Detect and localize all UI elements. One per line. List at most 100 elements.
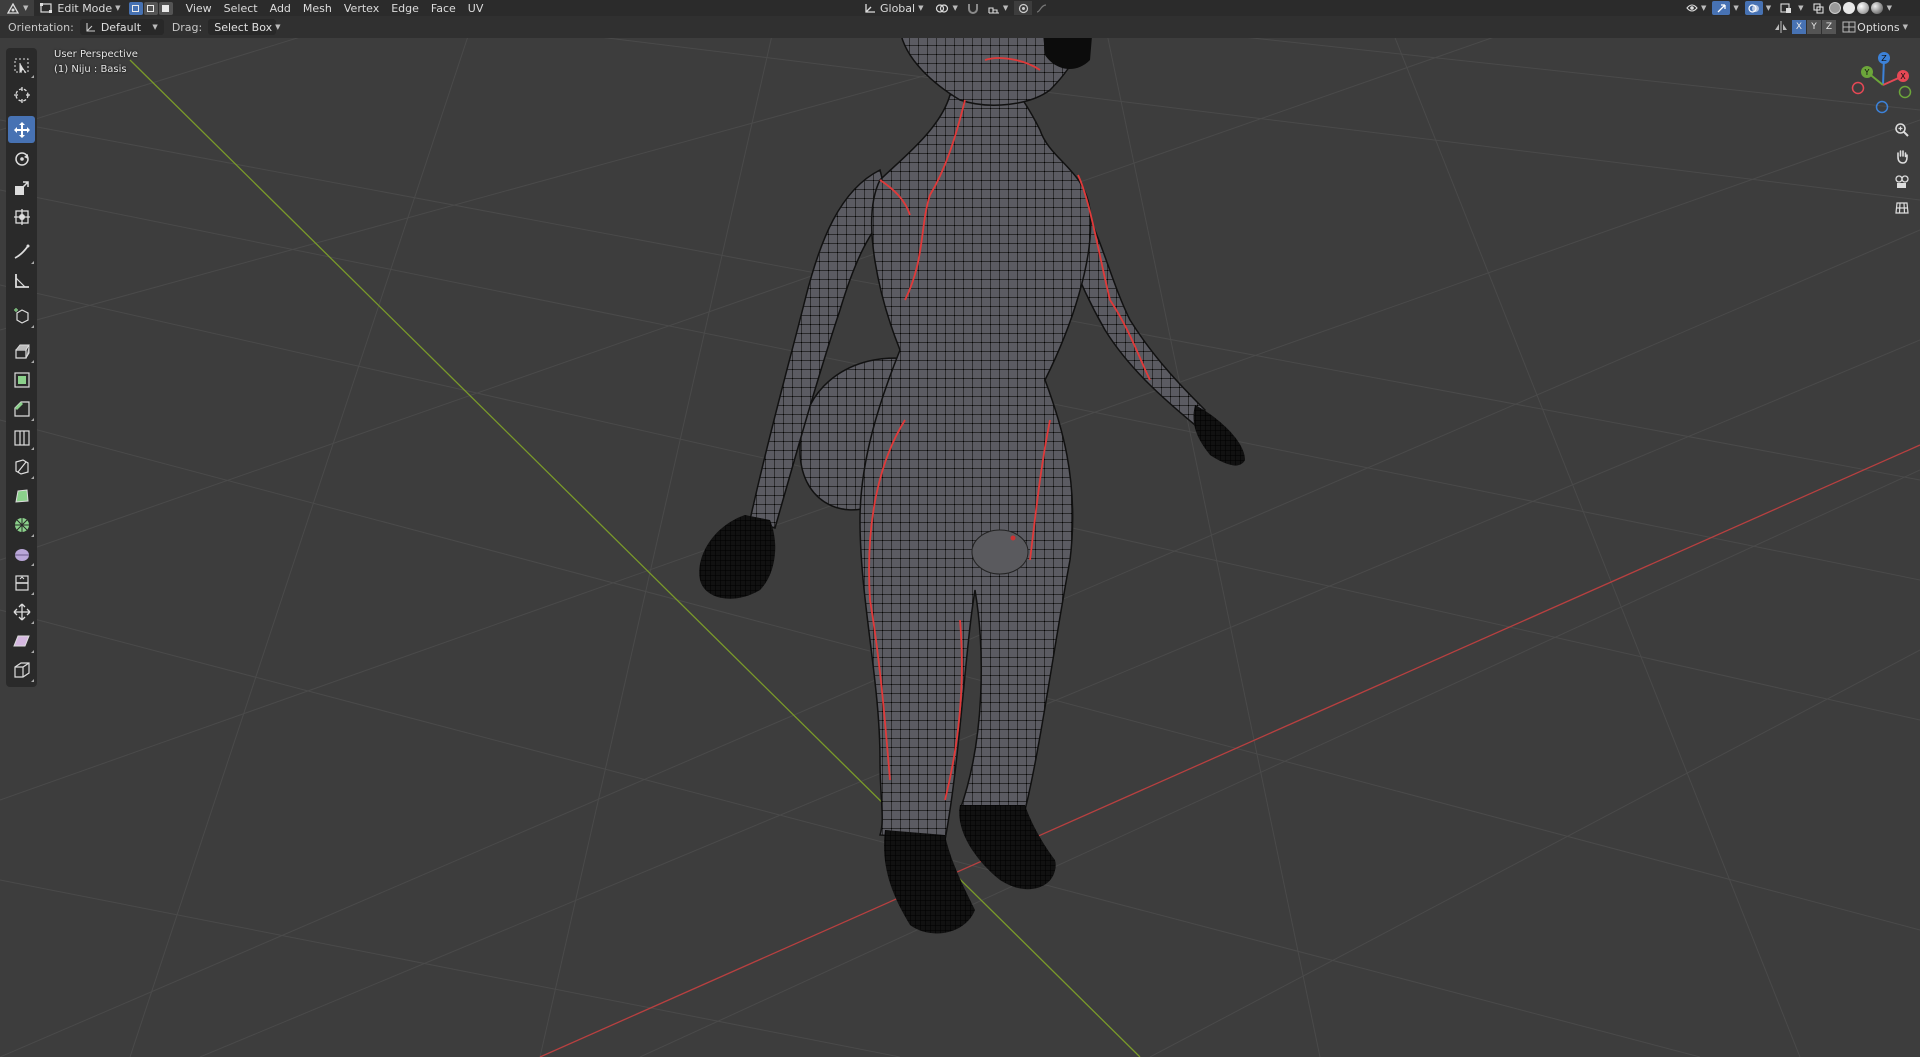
tool-variant-indicator — [31, 447, 34, 450]
smooth-icon — [14, 548, 29, 561]
menu-face[interactable]: Face — [425, 0, 462, 16]
xray-toggle[interactable] — [1810, 1, 1828, 15]
mirror-icon — [1775, 21, 1787, 33]
drag-dropdown[interactable]: Select Box ▼ — [208, 19, 281, 35]
snap-toggle[interactable] — [964, 1, 982, 15]
tool-cursor[interactable] — [8, 81, 35, 108]
falloff-dropdown[interactable] — [1032, 1, 1050, 15]
viewport-canvas — [0, 0, 1920, 1057]
tool-spin[interactable] — [8, 511, 35, 538]
tool-scale[interactable] — [8, 174, 35, 201]
rip-icon — [13, 661, 30, 678]
tool-move[interactable] — [8, 116, 35, 143]
zoom-button[interactable] — [1890, 118, 1914, 142]
chevron-down-icon[interactable]: ▼ — [1766, 4, 1771, 12]
tool-select-box[interactable] — [8, 52, 35, 79]
xray-icon — [1813, 2, 1824, 14]
mirror-y-toggle[interactable]: Y — [1807, 20, 1821, 34]
tool-annotate[interactable] — [8, 238, 35, 265]
menu-vertex[interactable]: Vertex — [338, 0, 385, 16]
menu-select[interactable]: Select — [218, 0, 264, 16]
chevron-down-icon: ▼ — [1701, 4, 1707, 12]
menu-edge[interactable]: Edge — [385, 0, 425, 16]
solid-shading-button[interactable] — [1842, 2, 1855, 14]
gizmo-neg-x-handle[interactable] — [1851, 81, 1865, 95]
vertex-select-button[interactable] — [128, 1, 143, 15]
mirror-z-toggle[interactable]: Z — [1822, 20, 1836, 34]
tool-rip[interactable] — [8, 656, 35, 683]
wireframe-shading-button[interactable] — [1828, 2, 1841, 14]
gizmo-toggle[interactable] — [1712, 1, 1731, 15]
tool-shear[interactable] — [8, 627, 35, 654]
navigation-buttons — [1890, 118, 1916, 222]
menu-add[interactable]: Add — [264, 0, 297, 16]
tool-variant-indicator — [31, 592, 34, 595]
tool-extrude[interactable] — [8, 337, 35, 364]
3d-viewport[interactable] — [0, 0, 1920, 1057]
menu-uv[interactable]: UV — [462, 0, 490, 16]
mode-dropdown[interactable]: Edit Mode ▼ — [34, 0, 126, 16]
tool-shrink-fatten[interactable] — [8, 598, 35, 625]
tool-knife[interactable] — [8, 453, 35, 480]
gizmo-neg-z-handle[interactable] — [1875, 100, 1889, 114]
drag-settings-label: Drag: — [171, 20, 203, 34]
transform-orientation-dropdown[interactable]: Global ▼ — [858, 0, 929, 16]
viewport-header: ▼ Edit Mode ▼ View Select Add Mesh Verte… — [0, 0, 1920, 16]
bevel-icon — [13, 400, 30, 417]
tool-poly-build[interactable] — [8, 482, 35, 509]
edge-select-icon — [147, 4, 155, 12]
tool-variant-indicator — [31, 534, 34, 537]
chevron-down-icon[interactable]: ▼ — [1887, 4, 1892, 12]
tool-edge-slide[interactable] — [8, 569, 35, 596]
header-center-group: Global ▼ ▼ ▼ — [858, 0, 1050, 16]
tool-bevel[interactable] — [8, 395, 35, 422]
tool-add-cube[interactable] — [8, 302, 35, 329]
view-name-text: User Perspective — [54, 49, 138, 60]
mesh-edit-overlays-toggle[interactable] — [1777, 1, 1795, 15]
falloff-icon — [1036, 3, 1046, 13]
chevron-down-icon: ▼ — [952, 4, 958, 12]
chevron-down-icon: ▼ — [115, 4, 121, 12]
tool-smooth[interactable] — [8, 540, 35, 567]
spin-icon — [14, 517, 29, 532]
tool-inset[interactable] — [8, 366, 35, 393]
orientation-settings-label: Orientation: — [8, 20, 74, 34]
scale-icon — [14, 180, 29, 195]
shrink-fatten-icon — [13, 603, 30, 620]
mirror-x-toggle[interactable]: X — [1792, 20, 1806, 34]
pivot-point-dropdown[interactable]: ▼ — [929, 0, 963, 16]
tool-variant-indicator — [31, 476, 34, 479]
pivot-icon — [936, 3, 949, 13]
tool-rotate[interactable] — [8, 145, 35, 172]
perspective-toggle-button[interactable] — [1890, 196, 1914, 220]
proportional-edit-toggle[interactable] — [1014, 1, 1033, 15]
mode-label: Edit Mode — [57, 1, 113, 15]
chevron-down-icon[interactable]: ▼ — [1798, 4, 1803, 12]
tool-variant-indicator — [31, 325, 34, 328]
edge-select-button[interactable] — [143, 1, 158, 15]
mirror-axis-group: X Y Z — [1774, 20, 1856, 34]
snap-target-dropdown[interactable]: ▼ — [982, 0, 1014, 16]
tool-transform[interactable] — [8, 203, 35, 230]
rotate-icon — [14, 151, 29, 166]
tool-measure[interactable] — [8, 267, 35, 294]
loop-cut-icon — [13, 429, 30, 446]
face-select-button[interactable] — [158, 1, 173, 15]
material-preview-button[interactable] — [1856, 2, 1869, 14]
gizmo-neg-y-handle[interactable] — [1898, 85, 1912, 99]
menu-view[interactable]: View — [180, 0, 218, 16]
orientation-dropdown[interactable]: Default ▼ — [79, 19, 164, 35]
tool-loop-cut[interactable] — [8, 424, 35, 451]
editor-type-button[interactable]: ▼ — [0, 0, 35, 16]
visibility-dropdown[interactable]: ▼ — [1680, 0, 1712, 16]
chevron-down-icon[interactable]: ▼ — [1733, 4, 1738, 12]
options-dropdown[interactable]: Options ▼ — [1851, 19, 1914, 35]
overlays-toggle[interactable] — [1744, 1, 1763, 15]
camera-view-button[interactable] — [1890, 170, 1914, 194]
menu-mesh[interactable]: Mesh — [297, 0, 338, 16]
pan-button[interactable] — [1890, 144, 1914, 168]
zoom-icon — [1895, 123, 1909, 137]
navigation-gizmo[interactable]: Z X Y — [1848, 50, 1918, 120]
tool-variant-indicator — [31, 75, 34, 78]
rendered-shading-button[interactable] — [1870, 2, 1883, 14]
